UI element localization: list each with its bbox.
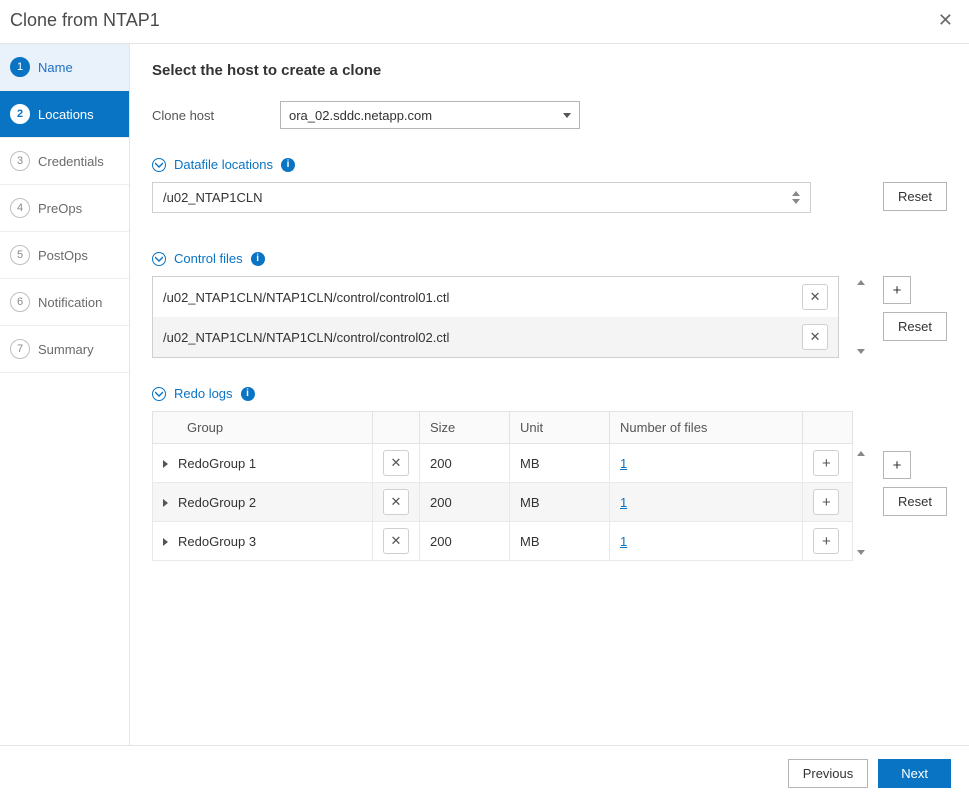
step-number-icon: 7 xyxy=(10,339,30,359)
col-unit: Unit xyxy=(510,412,610,444)
redo-size: 200 xyxy=(420,444,510,483)
info-icon[interactable]: i xyxy=(251,252,265,266)
info-icon[interactable]: i xyxy=(241,387,255,401)
wizard-step-locations[interactable]: 2 Locations xyxy=(0,91,129,138)
redo-file-count-link[interactable]: 1 xyxy=(620,456,627,471)
control-reset-button[interactable]: Reset xyxy=(883,312,947,341)
collapse-icon[interactable] xyxy=(152,158,166,172)
redo-group-name: RedoGroup 2 xyxy=(178,495,256,510)
remove-icon[interactable]: ✕ xyxy=(802,284,828,310)
redo-section-title: Redo logs xyxy=(174,386,233,401)
table-row: RedoGroup 2 ✕ 200MB 1 + xyxy=(153,483,853,522)
dialog-title: Clone from NTAP1 xyxy=(10,10,160,31)
step-number-icon: 3 xyxy=(10,151,30,171)
redo-group-name: RedoGroup 3 xyxy=(178,534,256,549)
redo-size: 200 xyxy=(420,522,510,561)
clone-host-value: ora_02.sddc.netapp.com xyxy=(289,108,432,123)
control-file-path: /u02_NTAP1CLN/NTAP1CLN/control/control02… xyxy=(163,330,802,345)
remove-icon[interactable]: ✕ xyxy=(383,528,409,554)
redo-logs-table: Group Size Unit Number of files RedoGrou… xyxy=(152,411,853,561)
expand-icon[interactable] xyxy=(163,460,168,468)
datafile-reset-button[interactable]: Reset xyxy=(883,182,947,211)
step-label: Notification xyxy=(38,295,102,310)
step-number-icon: 2 xyxy=(10,104,30,124)
step-label: Name xyxy=(38,60,73,75)
step-number-icon: 5 xyxy=(10,245,30,265)
redo-file-count-link[interactable]: 1 xyxy=(620,495,627,510)
scroll-up-icon[interactable] xyxy=(857,280,865,285)
clone-host-dropdown[interactable]: ora_02.sddc.netapp.com xyxy=(280,101,580,129)
step-number-icon: 1 xyxy=(10,57,30,77)
redo-file-count-link[interactable]: 1 xyxy=(620,534,627,549)
remove-icon[interactable]: ✕ xyxy=(383,450,409,476)
control-files-list: /u02_NTAP1CLN/NTAP1CLN/control/control01… xyxy=(152,276,839,358)
redo-group-name: RedoGroup 1 xyxy=(178,456,256,471)
table-row: RedoGroup 3 ✕ 200MB 1 + xyxy=(153,522,853,561)
wizard-step-preops[interactable]: 4 PreOps xyxy=(0,185,129,232)
step-label: Credentials xyxy=(38,154,104,169)
add-file-button[interactable]: + xyxy=(813,489,839,515)
wizard-step-summary[interactable]: 7 Summary xyxy=(0,326,129,373)
redo-size: 200 xyxy=(420,483,510,522)
title-bar: Clone from NTAP1 ✕ xyxy=(0,0,969,44)
collapse-icon[interactable] xyxy=(152,252,166,266)
step-label: PreOps xyxy=(38,201,82,216)
clone-host-label: Clone host xyxy=(152,108,280,123)
control-file-path: /u02_NTAP1CLN/NTAP1CLN/control/control01… xyxy=(163,290,802,305)
previous-button[interactable]: Previous xyxy=(788,759,869,788)
control-add-button[interactable]: + xyxy=(883,276,911,304)
collapse-icon[interactable] xyxy=(152,387,166,401)
remove-icon[interactable]: ✕ xyxy=(802,324,828,350)
remove-icon[interactable]: ✕ xyxy=(383,489,409,515)
chevron-down-icon xyxy=(563,113,571,118)
expand-icon[interactable] xyxy=(163,538,168,546)
scroll-up-icon[interactable] xyxy=(857,451,865,456)
add-file-button[interactable]: + xyxy=(813,528,839,554)
redo-unit: MB xyxy=(510,522,610,561)
add-file-button[interactable]: + xyxy=(813,450,839,476)
control-file-row[interactable]: /u02_NTAP1CLN/NTAP1CLN/control/control01… xyxy=(153,277,838,317)
wizard-sidebar: 1 Name 2 Locations 3 Credentials 4 PreOps 5 PostO… xyxy=(0,44,130,745)
step-label: Summary xyxy=(38,342,94,357)
col-size: Size xyxy=(420,412,510,444)
spinner-down-icon[interactable] xyxy=(792,199,800,204)
table-row: RedoGroup 1 ✕ 200MB 1 + xyxy=(153,444,853,483)
next-button[interactable]: Next xyxy=(878,759,951,788)
col-group: Group xyxy=(153,412,373,444)
wizard-step-notification[interactable]: 6 Notification xyxy=(0,279,129,326)
step-number-icon: 4 xyxy=(10,198,30,218)
dialog-footer: Previous Next xyxy=(0,745,969,801)
wizard-step-name[interactable]: 1 Name xyxy=(0,44,129,91)
spinner-up-icon[interactable] xyxy=(792,191,800,196)
wizard-step-postops[interactable]: 5 PostOps xyxy=(0,232,129,279)
close-icon[interactable]: ✕ xyxy=(938,10,953,31)
datafile-location-value: /u02_NTAP1CLN xyxy=(163,190,262,205)
info-icon[interactable]: i xyxy=(281,158,295,172)
scroll-down-icon[interactable] xyxy=(857,349,865,354)
datafile-location-input[interactable]: /u02_NTAP1CLN xyxy=(152,182,811,213)
scroll-down-icon[interactable] xyxy=(857,550,865,555)
control-section-title: Control files xyxy=(174,251,243,266)
page-heading: Select the host to create a clone xyxy=(152,62,947,79)
step-number-icon: 6 xyxy=(10,292,30,312)
col-numfiles: Number of files xyxy=(610,412,803,444)
step-label: PostOps xyxy=(38,248,88,263)
expand-icon[interactable] xyxy=(163,499,168,507)
wizard-step-credentials[interactable]: 3 Credentials xyxy=(0,138,129,185)
datafile-section-title: Datafile locations xyxy=(174,157,273,172)
redo-reset-button[interactable]: Reset xyxy=(883,487,947,516)
redo-unit: MB xyxy=(510,483,610,522)
main-panel: Select the host to create a clone Clone … xyxy=(130,44,969,745)
control-file-row[interactable]: /u02_NTAP1CLN/NTAP1CLN/control/control02… xyxy=(153,317,838,357)
step-label: Locations xyxy=(38,107,94,122)
redo-add-button[interactable]: + xyxy=(883,451,911,479)
redo-unit: MB xyxy=(510,444,610,483)
